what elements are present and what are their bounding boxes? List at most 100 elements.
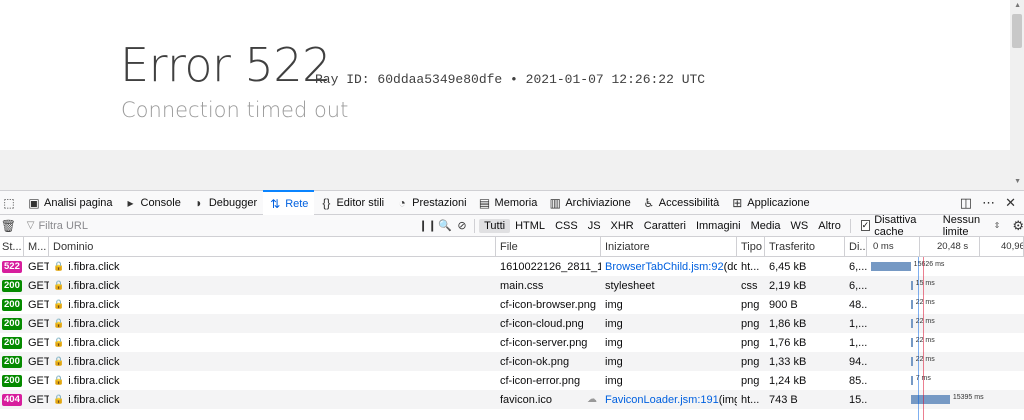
page-scrollbar[interactable]: ▲ ▼	[1010, 0, 1024, 190]
tab-rete[interactable]: ⇅ Rete	[263, 190, 315, 215]
table-row[interactable]: 200 GET 🔒 i.fibra.click cf-icon-browser.png i…	[0, 295, 1024, 314]
initiator-suffix: (docum...	[723, 260, 737, 273]
tab-archiviazione[interactable]: ▥ Archiviazione	[543, 191, 636, 215]
size-cell: 15...	[849, 393, 867, 406]
tab-applicazione[interactable]: ⊞ Applicazione	[725, 191, 815, 215]
column-header-type[interactable]: Tipo	[737, 237, 765, 256]
table-row[interactable]: 200 GET 🔒 i.fibra.click cf-icon-cloud.png img…	[0, 314, 1024, 333]
transferred-cell: 900 B	[769, 298, 798, 311]
filter-type-altro[interactable]: Altro	[813, 219, 846, 233]
type-cell: png	[741, 298, 760, 311]
status-badge: 200	[2, 298, 22, 311]
column-header-file[interactable]: File	[496, 237, 601, 256]
filter-type-immagini[interactable]: Immagini	[691, 219, 746, 233]
file-cell: main.css	[496, 276, 601, 295]
type-cell: png	[741, 317, 760, 330]
tab-debugger[interactable]: ◗ Debugger	[187, 191, 263, 215]
column-header-method[interactable]: M...	[24, 237, 49, 256]
tab-memoria[interactable]: ▤ Memoria	[473, 191, 544, 215]
column-header-transferred[interactable]: Trasferito	[765, 237, 845, 256]
filter-type-js[interactable]: JS	[583, 219, 606, 233]
clear-log-icon[interactable]: 🗑	[0, 219, 17, 233]
tab-console[interactable]: ▸ Console	[119, 191, 187, 215]
tab-accessibilit-[interactable]: ♿ Accessibilità	[637, 191, 726, 215]
select-arrow-icon: ⇕	[993, 221, 1001, 230]
file-cell: cf-icon-browser.png	[496, 295, 601, 314]
pause-icon[interactable]: ❙❙	[418, 219, 436, 232]
scroll-up-arrow-icon[interactable]: ▲	[1014, 2, 1021, 9]
filter-url-input[interactable]	[38, 219, 419, 232]
gear-icon[interactable]: ⚙	[1012, 218, 1024, 234]
size-cell: 1,...	[849, 336, 867, 349]
dock-side-icon[interactable]: ◫	[960, 195, 972, 211]
tracker-icon: ☁	[587, 394, 597, 405]
lock-icon: 🔒	[53, 318, 65, 328]
filter-type-caratteri[interactable]: Caratteri	[639, 219, 691, 233]
method-cell: GET	[28, 260, 49, 273]
type-cell: png	[741, 374, 760, 387]
storage-icon: ▥	[549, 195, 562, 210]
initiator-link[interactable]: FaviconLoader.jsm:191	[605, 394, 719, 406]
throttling-select[interactable]: Nessun limite ⇕	[943, 214, 1001, 238]
checkbox-checked-icon[interactable]: ✓	[860, 220, 871, 231]
table-row[interactable]: 200 GET 🔒 i.fibra.click cf-icon-ok.png img png…	[0, 352, 1024, 371]
separator-bullet: •	[510, 72, 518, 87]
table-row[interactable]: 522GET🔒i.fibra.click1610022126_2811_14☁B…	[0, 257, 1024, 276]
element-picker-button[interactable]: ⬚	[0, 191, 22, 215]
error-subtitle: Connection timed out	[121, 98, 349, 122]
method-cell: GET	[28, 336, 49, 349]
type-cell: ht...	[741, 260, 760, 273]
filter-type-ws[interactable]: WS	[786, 219, 814, 233]
table-row[interactable]: 200 GET 🔒 i.fibra.click cf-icon-error.png img…	[0, 371, 1024, 390]
scrollbar-thumb[interactable]	[1012, 14, 1022, 48]
column-header-domain[interactable]: Dominio	[49, 237, 496, 256]
filter-type-css[interactable]: CSS	[550, 219, 583, 233]
disable-cache-toggle[interactable]: ✓ Disattiva cache	[860, 214, 929, 238]
filter-type-html[interactable]: HTML	[510, 219, 550, 233]
column-header-size[interactable]: Di...	[845, 237, 867, 256]
tab-label: Editor stili	[336, 196, 385, 209]
status-badge: 200	[2, 336, 22, 349]
file-cell: cf-icon-server.png	[496, 333, 601, 352]
column-header-status[interactable]: St...	[0, 237, 24, 256]
filter-type-xhr[interactable]: XHR	[606, 219, 639, 233]
table-row[interactable]: 200 GET 🔒 i.fibra.click cf-icon-server.png im…	[0, 333, 1024, 352]
table-row[interactable]: 200 GET 🔒 i.fibra.click main.css stylesheet cs…	[0, 276, 1024, 295]
ray-id: Ray ID: 60ddaa5349e80dfe	[315, 72, 503, 87]
status-badge: 200	[2, 355, 22, 368]
load-marker	[923, 257, 924, 420]
request-rows: 522GET🔒i.fibra.click1610022126_2811_14☁B…	[0, 257, 1024, 409]
waterfall-tick	[979, 237, 980, 256]
close-devtools-icon[interactable]: ✕	[1005, 195, 1016, 211]
method-cell: GET	[28, 355, 49, 368]
filter-type-tutti[interactable]: Tutti	[479, 218, 511, 233]
tab-analisi-pagina[interactable]: ▣ Analisi pagina	[22, 191, 119, 215]
initiator-link: img	[605, 336, 623, 349]
tab-editor-stili[interactable]: {} Editor stili	[314, 191, 390, 215]
column-header-initiator[interactable]: Iniziatore	[601, 237, 737, 256]
request-type-filters: Tutti HTML CSS JS XHR Caratteri Immagini Media W…	[479, 218, 846, 233]
status-cell: 200	[0, 295, 24, 314]
method-cell: GET	[28, 317, 49, 330]
domain-text: i.fibra.click	[68, 336, 120, 349]
transferred-cell: 6,45 kB	[769, 260, 807, 273]
file-text: main.css	[500, 279, 544, 292]
initiator-link: img	[605, 355, 623, 368]
network-request-table: St... M... Dominio File Iniziatore Tipo …	[0, 237, 1024, 420]
table-row[interactable]: 404 GET 🔒 i.fibra.click favicon.ico ☁ FaviconL…	[0, 390, 1024, 409]
initiator-cell: img	[601, 314, 737, 333]
search-icon[interactable]: 🔍	[437, 219, 454, 232]
element-picker-icon: ⬚	[3, 195, 15, 210]
domain-cell: 🔒 i.fibra.click	[49, 371, 496, 390]
filter-type-media[interactable]: Media	[746, 219, 786, 233]
column-header-waterfall[interactable]: 0 ms 20,48 s 40,96 s	[867, 237, 1024, 256]
error-page: Error 522 Ray ID: 60ddaa5349e80dfe • 202…	[0, 0, 1010, 150]
waterfall-bar	[910, 376, 913, 385]
more-options-icon[interactable]: ⋯	[982, 195, 995, 211]
transferred-cell: 1,24 kB	[769, 374, 807, 387]
scroll-down-arrow-icon[interactable]: ▼	[1014, 178, 1021, 185]
block-icon[interactable]: ⊘	[454, 219, 471, 232]
tab-prestazioni[interactable]: ◔ Prestazioni	[390, 191, 472, 215]
initiator-link[interactable]: BrowserTabChild.jsm:92	[605, 261, 724, 273]
waterfall-bar	[910, 319, 913, 328]
